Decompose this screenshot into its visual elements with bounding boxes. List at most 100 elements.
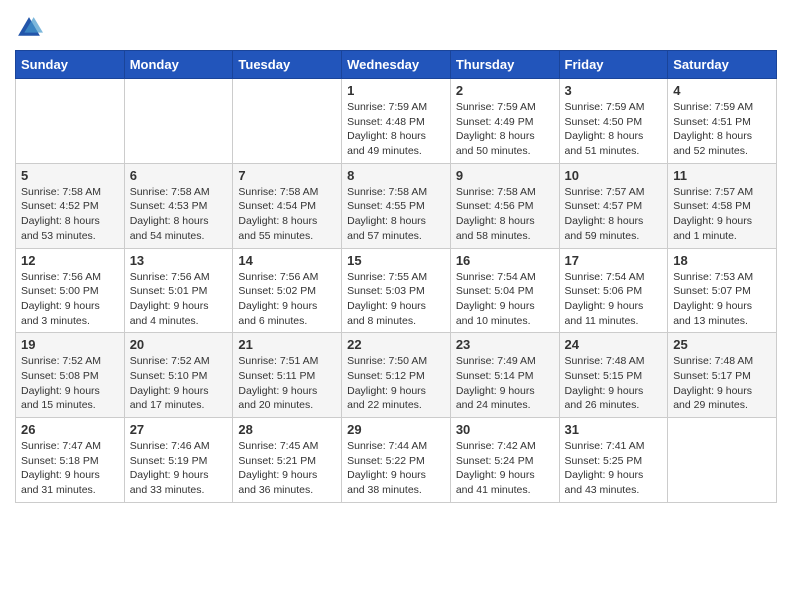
day-cell: [668, 418, 777, 503]
week-row-2: 5Sunrise: 7:58 AMSunset: 4:52 PMDaylight…: [16, 163, 777, 248]
day-info: Sunrise: 7:59 AMSunset: 4:48 PMDaylight:…: [347, 101, 427, 157]
day-info: Sunrise: 7:49 AMSunset: 5:14 PMDaylight:…: [456, 355, 536, 411]
day-number: 25: [673, 337, 771, 352]
day-number: 22: [347, 337, 445, 352]
day-cell: 15 Sunrise: 7:55 AMSunset: 5:03 PMDayligh…: [342, 248, 451, 333]
day-cell: 13 Sunrise: 7:56 AMSunset: 5:01 PMDayligh…: [124, 248, 233, 333]
day-cell: 11 Sunrise: 7:57 AMSunset: 4:58 PMDayligh…: [668, 163, 777, 248]
day-number: 3: [565, 83, 663, 98]
day-header-thursday: Thursday: [450, 51, 559, 79]
day-info: Sunrise: 7:54 AMSunset: 5:06 PMDaylight:…: [565, 271, 645, 327]
day-cell: [233, 79, 342, 164]
week-row-3: 12Sunrise: 7:56 AMSunset: 5:00 PMDayligh…: [16, 248, 777, 333]
day-cell: 24 Sunrise: 7:48 AMSunset: 5:15 PMDayligh…: [559, 333, 668, 418]
day-info: Sunrise: 7:54 AMSunset: 5:04 PMDaylight:…: [456, 271, 536, 327]
day-info: Sunrise: 7:46 AMSunset: 5:19 PMDaylight:…: [130, 440, 210, 496]
day-cell: 27 Sunrise: 7:46 AMSunset: 5:19 PMDayligh…: [124, 418, 233, 503]
day-number: 11: [673, 168, 771, 183]
day-number: 1: [347, 83, 445, 98]
week-row-4: 19Sunrise: 7:52 AMSunset: 5:08 PMDayligh…: [16, 333, 777, 418]
day-info: Sunrise: 7:53 AMSunset: 5:07 PMDaylight:…: [673, 271, 753, 327]
day-info: Sunrise: 7:48 AMSunset: 5:17 PMDaylight:…: [673, 355, 753, 411]
week-row-5: 26 Sunrise: 7:47 AMSunset: 5:18 PMDayligh…: [16, 418, 777, 503]
day-info: Sunrise: 7:41 AMSunset: 5:25 PMDaylight:…: [565, 440, 645, 496]
day-info: Sunrise: 7:47 AMSunset: 5:18 PMDaylight:…: [21, 440, 101, 496]
day-info: Sunrise: 7:58 AMSunset: 4:54 PMDaylight:…: [238, 186, 318, 242]
day-number: 12: [21, 253, 119, 268]
logo: [15, 10, 47, 42]
day-header-sunday: Sunday: [16, 51, 125, 79]
day-cell: 20 Sunrise: 7:52 AMSunset: 5:10 PMDayligh…: [124, 333, 233, 418]
day-cell: 29 Sunrise: 7:44 AMSunset: 5:22 PMDayligh…: [342, 418, 451, 503]
day-header-friday: Friday: [559, 51, 668, 79]
calendar-table: SundayMondayTuesdayWednesdayThursdayFrid…: [15, 50, 777, 503]
day-info: Sunrise: 7:52 AMSunset: 5:10 PMDaylight:…: [130, 355, 210, 411]
day-number: 10: [565, 168, 663, 183]
day-number: 18: [673, 253, 771, 268]
day-number: 8: [347, 168, 445, 183]
day-info: Sunrise: 7:55 AMSunset: 5:03 PMDaylight:…: [347, 271, 427, 327]
day-cell: 26 Sunrise: 7:47 AMSunset: 5:18 PMDayligh…: [16, 418, 125, 503]
day-info: Sunrise: 7:44 AMSunset: 5:22 PMDaylight:…: [347, 440, 427, 496]
day-info: Sunrise: 7:57 AMSunset: 4:58 PMDaylight:…: [673, 186, 753, 242]
day-number: 30: [456, 422, 554, 437]
day-header-saturday: Saturday: [668, 51, 777, 79]
day-header-tuesday: Tuesday: [233, 51, 342, 79]
day-number: 16: [456, 253, 554, 268]
day-info: Sunrise: 7:59 AMSunset: 4:50 PMDaylight:…: [565, 101, 645, 157]
day-info: Sunrise: 7:42 AMSunset: 5:24 PMDaylight:…: [456, 440, 536, 496]
day-number: 29: [347, 422, 445, 437]
day-info: Sunrise: 7:58 AMSunset: 4:56 PMDaylight:…: [456, 186, 536, 242]
day-cell: 30 Sunrise: 7:42 AMSunset: 5:24 PMDayligh…: [450, 418, 559, 503]
day-info: Sunrise: 7:56 AMSunset: 5:01 PMDaylight:…: [130, 271, 210, 327]
day-number: 17: [565, 253, 663, 268]
day-cell: 21 Sunrise: 7:51 AMSunset: 5:11 PMDayligh…: [233, 333, 342, 418]
day-number: 2: [456, 83, 554, 98]
day-cell: 10Sunrise: 7:57 AMSunset: 4:57 PMDayligh…: [559, 163, 668, 248]
day-cell: 14Sunrise: 7:56 AMSunset: 5:02 PMDayligh…: [233, 248, 342, 333]
day-number: 13: [130, 253, 228, 268]
day-cell: 8 Sunrise: 7:58 AMSunset: 4:55 PMDaylight…: [342, 163, 451, 248]
day-cell: 23 Sunrise: 7:49 AMSunset: 5:14 PMDayligh…: [450, 333, 559, 418]
day-number: 21: [238, 337, 336, 352]
day-number: 14: [238, 253, 336, 268]
day-cell: 4 Sunrise: 7:59 AMSunset: 4:51 PMDaylight…: [668, 79, 777, 164]
day-cell: [16, 79, 125, 164]
day-number: 15: [347, 253, 445, 268]
day-number: 20: [130, 337, 228, 352]
header: [15, 10, 777, 42]
day-info: Sunrise: 7:58 AMSunset: 4:55 PMDaylight:…: [347, 186, 427, 242]
day-cell: 28 Sunrise: 7:45 AMSunset: 5:21 PMDayligh…: [233, 418, 342, 503]
day-cell: [124, 79, 233, 164]
day-cell: 18 Sunrise: 7:53 AMSunset: 5:07 PMDayligh…: [668, 248, 777, 333]
day-cell: 2Sunrise: 7:59 AMSunset: 4:49 PMDaylight…: [450, 79, 559, 164]
day-cell: 7Sunrise: 7:58 AMSunset: 4:54 PMDaylight…: [233, 163, 342, 248]
day-info: Sunrise: 7:48 AMSunset: 5:15 PMDaylight:…: [565, 355, 645, 411]
day-number: 5: [21, 168, 119, 183]
day-cell: 31Sunrise: 7:41 AMSunset: 5:25 PMDayligh…: [559, 418, 668, 503]
day-info: Sunrise: 7:52 AMSunset: 5:08 PMDaylight:…: [21, 355, 101, 411]
day-number: 4: [673, 83, 771, 98]
day-info: Sunrise: 7:51 AMSunset: 5:11 PMDaylight:…: [238, 355, 318, 411]
day-number: 24: [565, 337, 663, 352]
day-cell: 12Sunrise: 7:56 AMSunset: 5:00 PMDayligh…: [16, 248, 125, 333]
day-info: Sunrise: 7:50 AMSunset: 5:12 PMDaylight:…: [347, 355, 427, 411]
day-number: 23: [456, 337, 554, 352]
logo-icon: [15, 14, 43, 42]
day-number: 26: [21, 422, 119, 437]
day-info: Sunrise: 7:59 AMSunset: 4:51 PMDaylight:…: [673, 101, 753, 157]
day-header-wednesday: Wednesday: [342, 51, 451, 79]
week-row-1: 1 Sunrise: 7:59 AMSunset: 4:48 PMDaylight…: [16, 79, 777, 164]
day-cell: 6Sunrise: 7:58 AMSunset: 4:53 PMDaylight…: [124, 163, 233, 248]
day-cell: 9Sunrise: 7:58 AMSunset: 4:56 PMDaylight…: [450, 163, 559, 248]
day-info: Sunrise: 7:58 AMSunset: 4:53 PMDaylight:…: [130, 186, 210, 242]
day-number: 27: [130, 422, 228, 437]
day-cell: 1 Sunrise: 7:59 AMSunset: 4:48 PMDaylight…: [342, 79, 451, 164]
day-cell: 5Sunrise: 7:58 AMSunset: 4:52 PMDaylight…: [16, 163, 125, 248]
day-cell: 25 Sunrise: 7:48 AMSunset: 5:17 PMDayligh…: [668, 333, 777, 418]
day-header-monday: Monday: [124, 51, 233, 79]
day-number: 28: [238, 422, 336, 437]
day-cell: 22 Sunrise: 7:50 AMSunset: 5:12 PMDayligh…: [342, 333, 451, 418]
day-info: Sunrise: 7:45 AMSunset: 5:21 PMDaylight:…: [238, 440, 318, 496]
day-cell: 3 Sunrise: 7:59 AMSunset: 4:50 PMDaylight…: [559, 79, 668, 164]
